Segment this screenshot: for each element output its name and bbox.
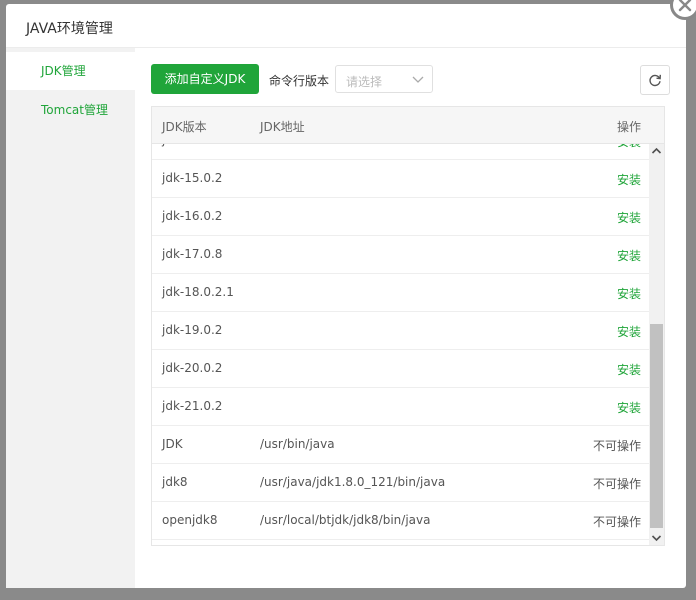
table-row: jdk-21.0.2 安装: [152, 388, 649, 426]
cli-version-label: 命令行版本: [269, 74, 330, 88]
table-body[interactable]: jdk-14.0.2安装jdk-15.0.2安装jdk-16.0.2安装jdk-…: [152, 144, 649, 545]
table-row: jdk-19.0.2 安装: [152, 312, 649, 350]
column-header-path: JDK地址: [260, 120, 305, 134]
jdk-version-cell: jdk-17.0.8: [162, 247, 223, 261]
jdk-path-cell: /usr/local/btjdk/jdk8/bin/java: [260, 513, 431, 527]
refresh-icon: [649, 74, 661, 87]
table-header: JDK版本 JDK地址 操作: [152, 107, 664, 144]
install-link[interactable]: 安装: [617, 399, 641, 416]
jdk-version-cell: openjdk8: [162, 513, 218, 527]
install-link[interactable]: 安装: [617, 171, 641, 188]
column-header-action: 操作: [616, 120, 641, 134]
java-env-dialog: JAVA环境管理 JDK管理 Tomcat管理 添加自定义JDK 命令行版本 请…: [6, 0, 696, 588]
main-panel: 添加自定义JDK 命令行版本 请选择 JDK版本 JDK地址 操作 jdk-14…: [151, 48, 671, 588]
table-row: openjdk8/usr/local/btjdk/jdk8/bin/java 不可…: [152, 502, 649, 540]
sidebar: JDK管理 Tomcat管理: [6, 48, 135, 588]
jdk-version-cell: jdk-14.0.2: [162, 144, 222, 147]
jdk-path-cell: /usr/bin/java: [260, 437, 335, 451]
table-scrollbar[interactable]: [649, 144, 664, 545]
column-header-version: JDK版本: [162, 120, 207, 134]
select-placeholder: 请选择: [346, 75, 383, 89]
jdk-table: JDK版本 JDK地址 操作 jdk-14.0.2安装jdk-15.0.2安装j…: [151, 106, 665, 546]
refresh-button[interactable]: [640, 65, 670, 95]
not-operable-text: 不可操作: [592, 477, 641, 491]
table-row: jdk-18.0.2.1 安装: [152, 274, 649, 312]
jdk-version-cell: JDK: [162, 437, 183, 451]
add-custom-jdk-button[interactable]: 添加自定义JDK: [151, 64, 259, 94]
jdk-version-cell: jdk-21.0.2: [162, 399, 223, 413]
dialog-title: JAVA环境管理: [26, 21, 113, 37]
jdk-path-cell: /usr/java/jdk1.8.0_121/bin/java: [260, 475, 446, 489]
scroll-down-icon[interactable]: [649, 531, 664, 545]
cli-version-select[interactable]: 请选择: [335, 65, 433, 93]
scrollbar-thumb[interactable]: [650, 324, 663, 528]
jdk-version-cell: jdk8: [162, 475, 188, 489]
jdk-version-cell: jdk-20.0.2: [162, 361, 223, 375]
jdk-version-cell: jdk-18.0.2.1: [162, 285, 234, 299]
install-link[interactable]: 安装: [617, 209, 641, 226]
not-operable-text: 不可操作: [592, 439, 641, 453]
sidebar-item-jdk[interactable]: JDK管理: [6, 52, 135, 90]
install-link[interactable]: 安装: [617, 323, 641, 340]
install-link[interactable]: 安装: [617, 361, 641, 378]
scroll-up-icon[interactable]: [649, 144, 664, 158]
install-link[interactable]: 安装: [617, 247, 641, 264]
table-row: jdk-15.0.2 安装: [152, 160, 649, 198]
not-operable-text: 不可操作: [592, 515, 641, 529]
install-link[interactable]: 安装: [617, 285, 641, 302]
jdk-version-cell: jdk-15.0.2: [162, 171, 223, 185]
table-rows: jdk-14.0.2安装jdk-15.0.2安装jdk-16.0.2安装jdk-…: [152, 144, 649, 540]
table-row: JDK/usr/bin/java 不可操作: [152, 426, 649, 464]
close-icon: [678, 0, 692, 12]
table-row: jdk8/usr/java/jdk1.8.0_121/bin/java 不可操作: [152, 464, 649, 502]
table-row: jdk-20.0.2 安装: [152, 350, 649, 388]
dialog-header: JAVA环境管理: [6, 4, 686, 48]
table-row: jdk-17.0.8 安装: [152, 236, 649, 274]
install-link[interactable]: 安装: [617, 144, 641, 150]
jdk-version-cell: jdk-16.0.2: [162, 209, 223, 223]
table-row: jdk-16.0.2 安装: [152, 198, 649, 236]
sidebar-item-label: Tomcat管理: [41, 103, 108, 117]
chevron-down-icon: [412, 76, 424, 83]
sidebar-item-tomcat[interactable]: Tomcat管理: [6, 91, 135, 129]
jdk-version-cell: jdk-19.0.2: [162, 323, 223, 337]
sidebar-item-label: JDK管理: [41, 64, 86, 78]
table-row: jdk-14.0.2 安装: [152, 144, 649, 160]
